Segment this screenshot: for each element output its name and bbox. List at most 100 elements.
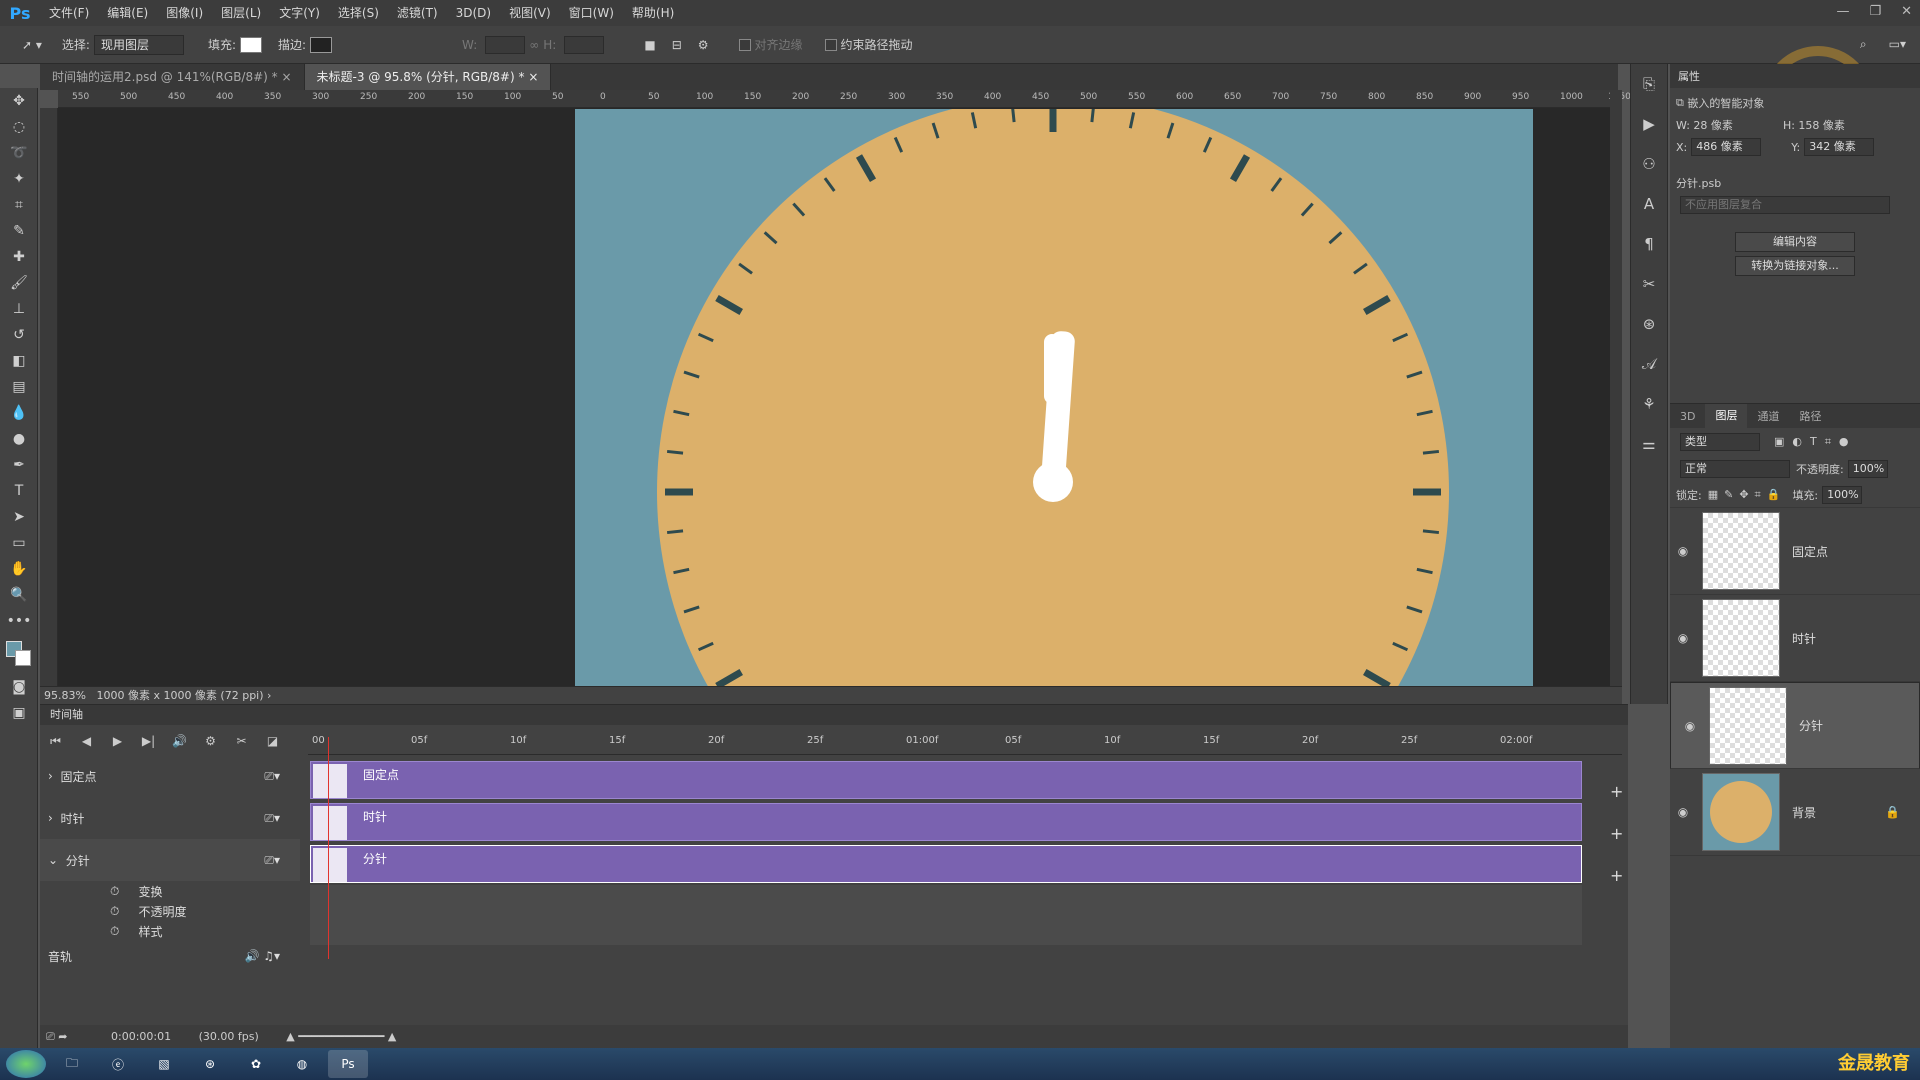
close-icon[interactable]: ✕ [1901, 0, 1912, 24]
history-panel-icon[interactable]: ⎘ [1631, 64, 1667, 104]
magic-wand-tool-icon[interactable]: ✦ [0, 166, 38, 192]
marquee-tool-icon[interactable]: ◌ [0, 114, 38, 140]
clip-bar[interactable]: 固定点 [310, 761, 1582, 799]
film-icon[interactable]: ⎚▾ [264, 853, 280, 868]
transition-icon[interactable]: ◪ [257, 734, 288, 748]
brush-preset-icon[interactable]: ⚘ [1631, 384, 1667, 424]
h-field[interactable] [564, 35, 605, 54]
eye-icon[interactable]: ◉ [1677, 719, 1703, 733]
menu-window[interactable]: 窗口(W) [560, 0, 623, 26]
menu-select[interactable]: 选择(S) [329, 0, 388, 26]
paint-icon[interactable]: ✿ [236, 1050, 276, 1078]
zoom-level[interactable]: 95.83% [44, 689, 86, 702]
menu-help[interactable]: 帮助(H) [623, 0, 683, 26]
height-value[interactable]: H: 158 像素 [1783, 117, 1845, 133]
film-icon[interactable]: ⎚▾ [264, 769, 280, 784]
close-icon[interactable]: × [281, 70, 291, 84]
menu-3d[interactable]: 3D(D) [447, 0, 500, 26]
film-icon[interactable]: ⎚▾ [264, 811, 280, 826]
search-icon[interactable]: ⌕ [1860, 37, 1867, 52]
first-frame-icon[interactable]: ⏮ [40, 734, 71, 749]
more-tools-icon[interactable]: ••• [0, 608, 38, 634]
layer-row[interactable]: ◉ 分针 [1670, 682, 1920, 769]
render-icon[interactable]: ⎚ ➦ [46, 1030, 68, 1043]
layer-filter-select[interactable]: 类型 [1680, 433, 1760, 451]
move-tool-icon[interactable]: ➚ ▾ [22, 38, 42, 52]
zoom-slider[interactable]: ▲ ━━━━━━━━━━━━━ ▲ [286, 1030, 396, 1043]
tab-document-2[interactable]: 未标题-3 @ 95.8% (分针, RGB/8#) * × [304, 64, 552, 90]
vertical-scrollbar[interactable] [1610, 90, 1622, 686]
gradient-tool-icon[interactable]: ▤ [0, 374, 38, 400]
layer-row[interactable]: ◉ 固定点 [1670, 508, 1920, 595]
timeline-ruler[interactable]: 00 05f 10f 15f 20f 25f 01:00f 05f 10f 15f 20f 25f 02… [308, 727, 1622, 755]
lasso-tool-icon[interactable]: ➰ [0, 140, 38, 166]
property-row[interactable]: ⏱ 不透明度 [40, 901, 300, 921]
next-frame-icon[interactable]: ▶| [133, 734, 164, 748]
filter-icons[interactable]: ▣◐T⌗● [1774, 435, 1857, 449]
actions-panel-icon[interactable]: ▶ [1631, 104, 1667, 144]
eraser-tool-icon[interactable]: ◧ [0, 348, 38, 374]
move-tool-icon[interactable]: ✥ [0, 88, 38, 114]
play-icon[interactable]: ▶ [102, 734, 133, 748]
timeline-tracks[interactable]: 00 05f 10f 15f 20f 25f 01:00f 05f 10f 15f 20f 25f 02… [308, 727, 1623, 987]
property-row[interactable]: ⏱ 变换 [40, 881, 300, 901]
audio-track-header[interactable]: 音轨 🔊 ♫▾ [40, 941, 300, 971]
network-icon[interactable]: ⊛ [190, 1050, 230, 1078]
convert-to-linked-button[interactable]: 转换为链接对象... [1735, 256, 1855, 276]
ie-icon[interactable]: ⓔ [98, 1050, 138, 1078]
fill-swatch[interactable] [240, 36, 262, 53]
blur-tool-icon[interactable]: 💧 [0, 400, 38, 426]
color-swatches[interactable] [0, 634, 38, 674]
photoshop-taskbar-icon[interactable]: Ps [328, 1050, 368, 1078]
tab-layers[interactable]: 图层 [1705, 404, 1748, 428]
tab-3d[interactable]: 3D [1670, 410, 1705, 423]
link-icon[interactable]: ∞ [529, 38, 539, 52]
path-arrange-icon[interactable]: ⚙ [698, 38, 709, 52]
start-button[interactable] [6, 1050, 46, 1078]
canvas-area[interactable] [58, 108, 1610, 686]
eye-icon[interactable]: ◉ [1670, 631, 1696, 645]
stopwatch-icon[interactable]: ⏱ [110, 884, 119, 899]
select-dropdown[interactable]: 现用图层 [93, 34, 184, 55]
path-selection-icon[interactable]: ➤ [0, 504, 38, 530]
audio-icon[interactable]: 🔊 [164, 734, 195, 748]
workspace-icon[interactable]: ▭▾ [1889, 37, 1906, 52]
width-value[interactable]: W: 28 像素 [1676, 117, 1733, 133]
minimize-icon[interactable]: — [1836, 0, 1849, 24]
track-header[interactable]: › 固定点 ⎚▾ [40, 755, 300, 797]
brush-tool-icon[interactable]: 🖌 [0, 270, 38, 296]
fill-field[interactable]: 100% [1822, 485, 1863, 504]
x-field[interactable]: 486 像素 [1691, 138, 1762, 156]
character-panel-icon[interactable]: A [1631, 184, 1667, 224]
layer-comp-select[interactable]: 不应用图层复合 [1680, 196, 1890, 214]
glyphs-panel-icon[interactable]: 𝒜 [1631, 344, 1667, 384]
eyedropper-tool-icon[interactable]: ✎ [0, 218, 38, 244]
track-header[interactable]: ⌄ 分针 ⎚▾ [40, 839, 300, 881]
camtasia-icon[interactable]: ◍ [282, 1050, 322, 1078]
blend-mode-select[interactable]: 正常 [1680, 460, 1790, 478]
stroke-swatch[interactable] [310, 36, 333, 53]
tools-preset-icon[interactable]: ✂ [1631, 264, 1667, 304]
image-viewer-icon[interactable]: ▧ [144, 1050, 184, 1078]
menu-image[interactable]: 图像(I) [157, 0, 212, 26]
adjustments-panel-icon[interactable]: ⚌ [1631, 424, 1667, 464]
y-field[interactable]: 342 像素 [1804, 138, 1875, 156]
clip-bar[interactable]: 分针 [310, 845, 1582, 883]
healing-tool-icon[interactable]: ✚ [0, 244, 38, 270]
path-align-icon[interactable]: ⊟ [672, 38, 682, 52]
menu-layer[interactable]: 图层(L) [212, 0, 270, 26]
tab-channels[interactable]: 通道 [1747, 408, 1789, 424]
property-row[interactable]: ⏱ 样式 [40, 921, 300, 941]
pen-tool-icon[interactable]: ✒ [0, 452, 38, 478]
zoom-tool-icon[interactable]: 🔍 [0, 582, 38, 608]
opacity-field[interactable]: 100% [1847, 460, 1888, 478]
quick-mask-icon[interactable]: ◙ [0, 674, 38, 700]
constrain-checkbox[interactable] [824, 38, 837, 51]
menu-filter[interactable]: 滤镜(T) [388, 0, 447, 26]
stopwatch-icon[interactable]: ⏱ [110, 924, 119, 939]
screen-mode-icon[interactable]: ▣ [0, 700, 38, 726]
edit-contents-button[interactable]: 编辑内容 [1735, 232, 1855, 252]
audio-icon[interactable]: 🔊 ♫▾ [244, 949, 280, 963]
close-icon[interactable]: × [528, 70, 538, 84]
layer-row[interactable]: ◉ 背景 🔒 [1670, 769, 1920, 856]
